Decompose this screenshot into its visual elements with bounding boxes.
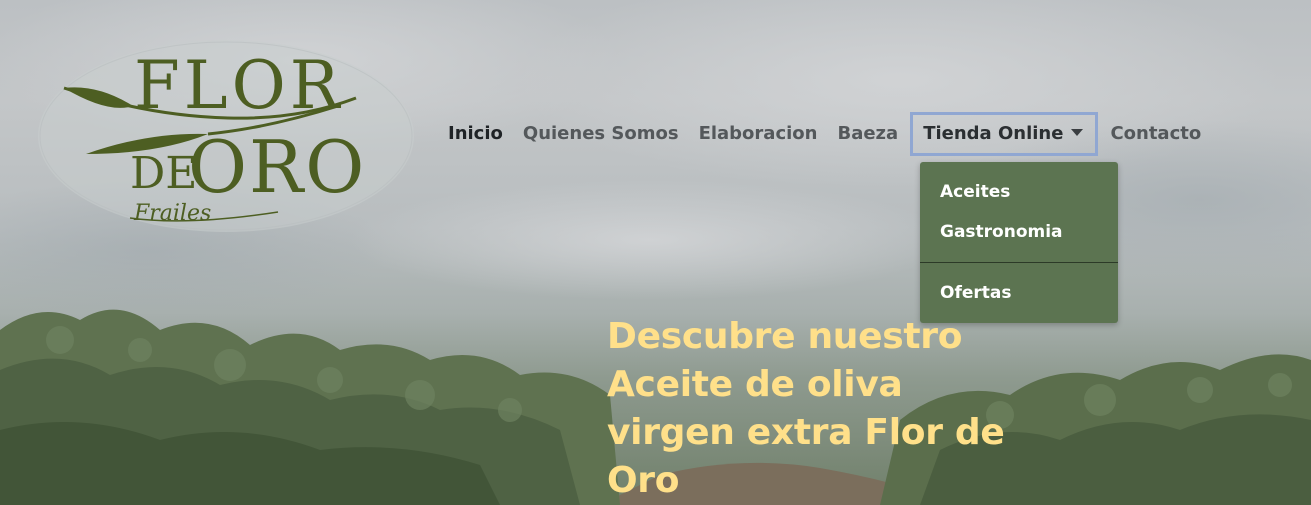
svg-text:ORO: ORO xyxy=(188,125,366,209)
nav-item-elaboracion[interactable]: Elaboracion xyxy=(689,112,828,156)
nav-item-inicio[interactable]: Inicio xyxy=(438,112,513,156)
nav-item-tienda-online-label: Tienda Online xyxy=(923,123,1064,144)
caret-down-icon xyxy=(1071,128,1084,136)
tienda-online-dropdown-menu: Aceites Gastronomia Ofertas xyxy=(920,162,1118,323)
svg-text:Frailes: Frailes xyxy=(133,201,211,226)
nav-item-tienda-online[interactable]: Tienda Online xyxy=(910,112,1099,156)
flor-de-oro-logo[interactable]: FLOR DE ORO Frailes xyxy=(38,36,418,236)
hero-headline: Descubre nuestro Aceite de oliva virgen … xyxy=(607,316,1005,501)
nav-item-contacto[interactable]: Contacto xyxy=(1100,112,1211,156)
dropdown-divider xyxy=(920,262,1118,263)
dropdown-item-gastronomia[interactable]: Gastronomia xyxy=(940,222,1063,242)
main-navigation: Inicio Quienes Somos Elaboracion Baeza T… xyxy=(438,112,1211,156)
dropdown-item-ofertas[interactable]: Ofertas xyxy=(940,283,1011,303)
nav-item-quienes-somos[interactable]: Quienes Somos xyxy=(513,112,689,156)
nav-item-baeza[interactable]: Baeza xyxy=(827,112,908,156)
svg-text:FLOR: FLOR xyxy=(134,47,343,124)
dropdown-item-aceites[interactable]: Aceites xyxy=(940,182,1010,202)
